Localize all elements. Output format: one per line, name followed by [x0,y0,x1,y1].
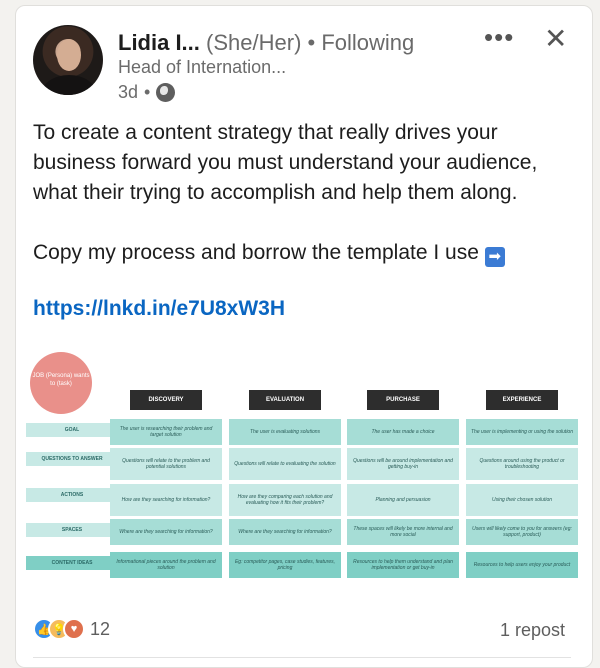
row-label-actions: ACTIONS [26,488,118,502]
row-label-questions-to-answer: QUESTIONS TO ANSWER [26,452,118,466]
row-label-content-ideas: CONTENT IDEAS [26,556,118,570]
post-paragraph-1: To create a content strategy that really… [33,121,538,204]
template-cell: The user is implementing or using the so… [466,419,578,445]
template-cell: Resources to help them understand and pl… [347,552,459,578]
author-name[interactable]: Lidia I... [118,30,200,55]
template-cell: Informational pieces around the problem … [110,552,222,578]
arrow-right-icon: ➡ [484,247,505,267]
template-cell: The user has made a choice [347,419,459,445]
template-cell: The user is evaluating solutions [229,419,341,445]
template-image[interactable]: JOB (Persona) wants to (task) DISCOVERY E… [16,336,592,591]
row-label-goal: GOAL [26,423,118,437]
template-cell: Resources to help users enjoy your produ… [466,552,578,578]
job-persona-circle: JOB (Persona) wants to (task) [30,352,92,414]
divider [33,657,571,658]
stage-header-purchase: PURCHASE [367,390,439,410]
reactions-summary[interactable]: 👍 💡 ♥ 12 [33,618,110,640]
separator-dot: • [307,30,316,55]
template-cell: How are they searching for information? [110,484,222,516]
love-icon: ♥ [63,618,85,640]
template-cell: Questions around using the product or tr… [466,448,578,480]
avatar-body [41,75,97,95]
author-pronouns: (She/Her) [206,30,302,55]
more-options-button[interactable]: ••• [484,22,514,53]
template-cell: Where are they searching for information… [110,519,222,545]
template-cell: These spaces will likely be more interna… [347,519,459,545]
author-headline[interactable]: Head of Internation... [118,57,286,78]
globe-icon [156,83,176,102]
template-cell: Where are they searching for information… [229,519,341,545]
following-status: Following [321,30,415,55]
template-cell: The user is researching their problem an… [110,419,222,445]
template-cell: Eg: competitor pages, case studies, feat… [229,552,341,578]
post-paragraph-2: Copy my process and borrow the template … [33,238,563,268]
template-cell: Questions will be around implementation … [347,448,459,480]
template-cell: Questions will relate to the problem and… [110,448,222,480]
post-paragraph-2-text: Copy my process and borrow the template … [33,241,479,264]
reaction-count: 12 [90,618,111,639]
feed-post-card: Lidia I... (She/Her) • Following Head of… [15,5,593,668]
stage-header-evaluation: EVALUATION [249,390,321,410]
template-cell: Using their chosen solution [466,484,578,516]
post-link[interactable]: https://lnkd.in/e7U8xW3H [33,297,285,321]
avatar-face [57,39,81,71]
post-body: To create a content strategy that really… [33,118,563,268]
author-name-line: Lidia I... (She/Her) • Following [118,30,414,56]
close-icon[interactable]: ✕ [544,22,567,55]
repost-count[interactable]: 1 repost [500,620,565,641]
template-cell: Users will likely come to you for answer… [466,519,578,545]
stage-header-experience: EXPERIENCE [486,390,558,410]
post-age: 3d [118,82,139,102]
post-meta: 3d • [118,82,176,103]
row-label-spaces: SPACES [26,523,118,537]
template-cell: How are they comparing each solution and… [229,484,341,516]
stage-header-discovery: DISCOVERY [130,390,202,410]
avatar[interactable] [33,25,103,95]
template-cell: Questions will relate to evaluating the … [229,448,341,480]
template-cell: Planning and persuasion [347,484,459,516]
separator-dot: • [144,82,151,102]
